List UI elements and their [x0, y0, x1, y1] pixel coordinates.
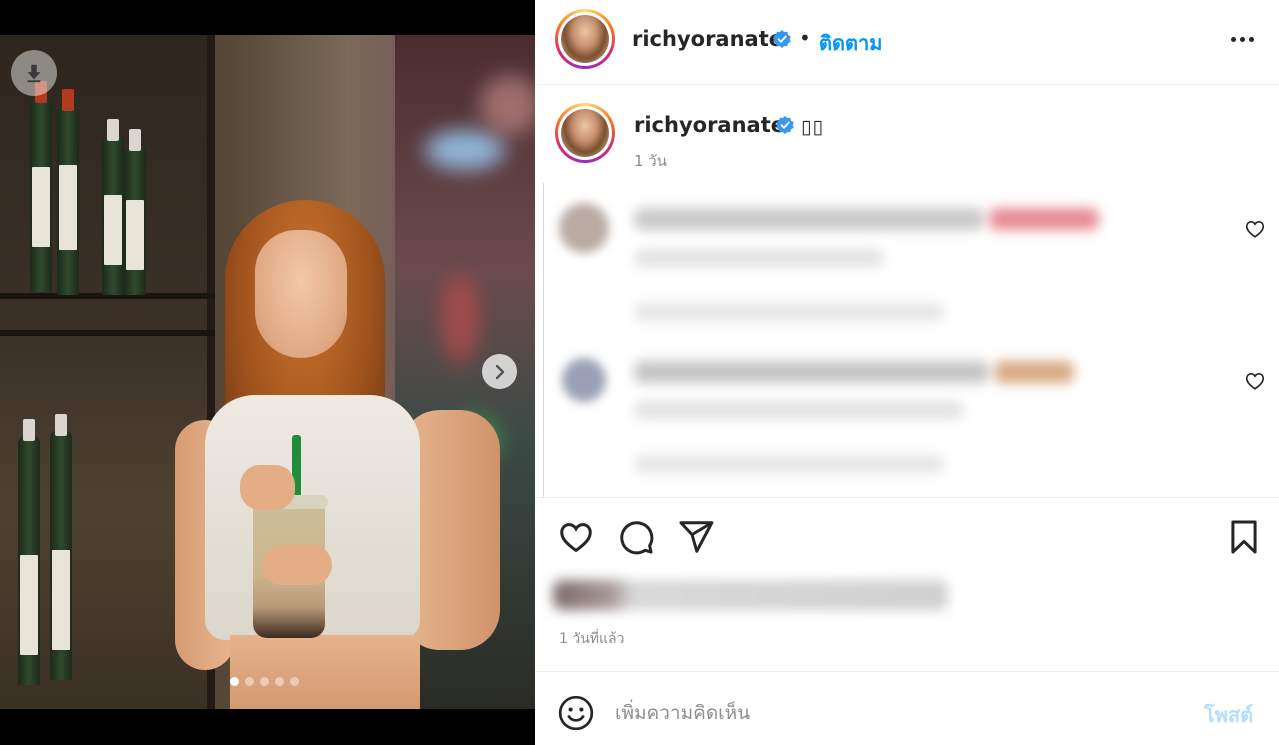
verified-badge-icon: [776, 116, 794, 134]
heart-icon[interactable]: [1244, 370, 1266, 392]
carousel-indicator: [230, 677, 299, 686]
caption-text: ▯▯: [801, 116, 824, 138]
caption-timestamp[interactable]: 1 วัน: [634, 149, 667, 173]
username-link[interactable]: richyoranate: [632, 27, 783, 51]
emoji-icon[interactable]: [557, 694, 595, 732]
paper-plane-icon[interactable]: [677, 518, 715, 556]
verified-badge-icon: [773, 30, 791, 48]
post-header: richyoranate • ติดตาม: [535, 0, 1279, 85]
post-media: [0, 0, 535, 745]
avatar[interactable]: [555, 9, 615, 69]
bookmark-icon[interactable]: [1225, 518, 1263, 556]
action-bar: [535, 497, 1279, 567]
comment-icon[interactable]: [617, 518, 655, 556]
chevron-right-icon: [495, 364, 504, 379]
avatar: [562, 358, 606, 402]
person-face: [255, 230, 347, 358]
carousel-dot: [230, 677, 239, 686]
more-horizontal-icon: [1230, 36, 1236, 42]
carousel-dot: [260, 677, 269, 686]
post-comment-button[interactable]: โพสต์: [1204, 699, 1253, 731]
heart-icon[interactable]: [557, 518, 595, 556]
post-photo[interactable]: [0, 35, 535, 709]
carousel-dot: [275, 677, 284, 686]
caption-avatar[interactable]: [555, 103, 615, 163]
download-icon: [27, 64, 41, 83]
caption-username[interactable]: richyoranate: [634, 113, 785, 137]
more-options-button[interactable]: [1225, 24, 1259, 54]
likes-summary: [553, 580, 948, 610]
separator-dot: •: [799, 26, 811, 50]
person-waist: [230, 635, 420, 709]
comment-input[interactable]: [615, 695, 1175, 731]
heart-icon[interactable]: [1244, 218, 1266, 240]
follow-button[interactable]: ติดตาม: [819, 27, 882, 59]
post-sidebar: richyoranate • ติดตาม richyoranate ▯▯ 1 …: [535, 0, 1279, 745]
carousel-dot: [245, 677, 254, 686]
comment-form: โพสต์: [535, 671, 1279, 745]
carousel-dot: [290, 677, 299, 686]
avatar: [559, 203, 609, 253]
download-button[interactable]: [11, 50, 57, 96]
post-timestamp[interactable]: 1 วันที่แล้ว: [559, 628, 624, 650]
carousel-next-button[interactable]: [482, 354, 517, 389]
comments-list: [543, 183, 1279, 498]
